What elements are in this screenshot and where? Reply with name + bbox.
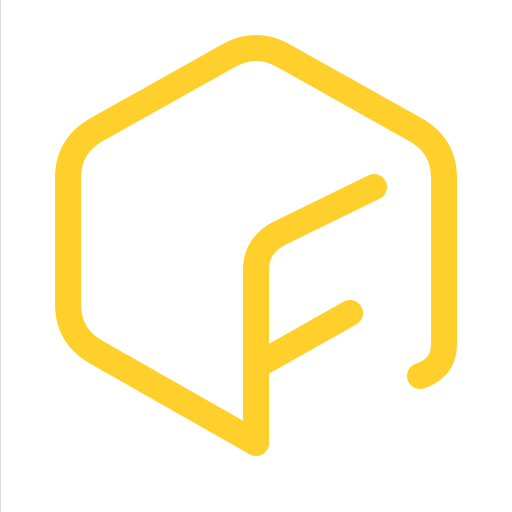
hexagon-f-logo-icon [55, 35, 457, 456]
logo-f-crossbar [243, 300, 363, 379]
canvas [0, 0, 512, 512]
